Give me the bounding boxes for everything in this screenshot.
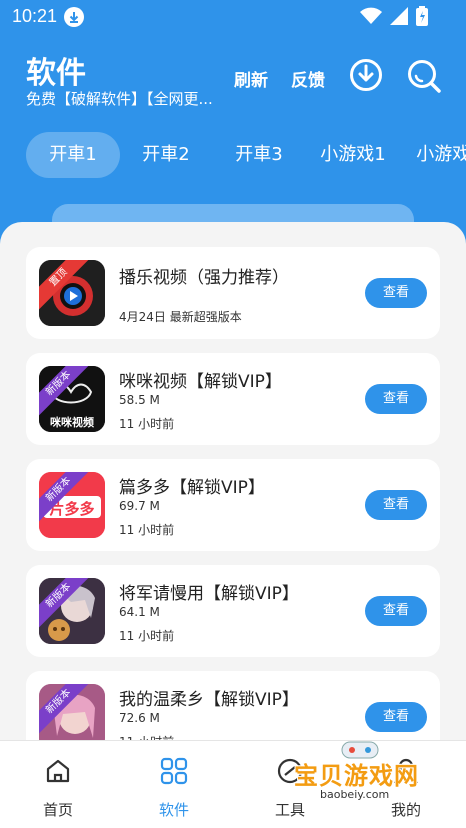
app-meta: 4月24日 最新超强版本 xyxy=(119,310,242,324)
app-card-mimi[interactable]: 咪咪视频 新版本 咪咪视频【解锁VIP】 58.5 M 11 小时前 查看 xyxy=(26,353,440,445)
view-button[interactable]: 查看 xyxy=(365,702,427,732)
app-updated: 11 小时前 xyxy=(119,629,175,643)
app-icon-boyue: 置顶 xyxy=(39,260,105,326)
app-size: 58.5 M xyxy=(119,393,160,407)
tab-kaiche-3[interactable]: 开車3 xyxy=(221,132,297,178)
app-name: 咪咪视频【解锁VIP】 xyxy=(119,372,282,392)
tab-minigame-1[interactable]: 小游戏1 xyxy=(314,132,392,178)
app-icon-label: 咪咪视频 xyxy=(50,416,94,429)
page-title: 软件 xyxy=(26,56,86,91)
view-button[interactable]: 查看 xyxy=(365,596,427,626)
nav-home-label: 首页 xyxy=(42,801,73,819)
app-name: 篇多多【解锁VIP】 xyxy=(119,478,265,498)
app-icon-pianduoduo: 片多多 新版本 xyxy=(39,472,105,538)
tab-kaiche-2[interactable]: 开車2 xyxy=(128,132,204,178)
wifi-icon xyxy=(360,7,382,29)
view-button[interactable]: 查看 xyxy=(365,278,427,308)
app-name: 播乐视频（强力推荐） xyxy=(119,268,289,288)
app-card-jiangjun[interactable]: 新版本 将军请慢用【解锁VIP】 64.1 M 11 小时前 查看 xyxy=(26,565,440,657)
app-card-boyue[interactable]: 置顶 播乐视频（强力推荐） 4月24日 最新超强版本 查看 xyxy=(26,247,440,339)
view-button[interactable]: 查看 xyxy=(365,490,427,520)
app-icon-mimi: 咪咪视频 新版本 xyxy=(39,366,105,432)
search-icon[interactable] xyxy=(406,58,442,98)
app-size: 69.7 M xyxy=(119,499,160,513)
app-card-pianduoduo[interactable]: 片多多 新版本 篇多多【解锁VIP】 69.7 M 11 小时前 查看 xyxy=(26,459,440,551)
refresh-button[interactable]: 刷新 xyxy=(234,66,268,91)
app-updated: 11 小时前 xyxy=(119,523,175,537)
apps-grid-icon xyxy=(160,757,188,785)
app-icon-jiangjun: 新版本 xyxy=(39,578,105,644)
download-notification-icon xyxy=(64,7,84,27)
home-icon xyxy=(46,759,70,783)
battery-icon xyxy=(416,6,428,30)
status-bar: 10:21 xyxy=(0,0,466,34)
site-watermark: 宝贝游戏网 baobeiy.com xyxy=(290,736,440,808)
nav-software-label: 软件 xyxy=(158,801,189,819)
signal-icon xyxy=(390,7,408,29)
download-icon[interactable] xyxy=(349,58,383,96)
app-size: 64.1 M xyxy=(119,605,160,619)
app-size: 72.6 M xyxy=(119,711,160,725)
status-time: 10:21 xyxy=(12,6,58,26)
nav-software[interactable]: 软件 xyxy=(116,741,232,828)
nav-home[interactable]: 首页 xyxy=(0,741,116,828)
tab-minigame-2[interactable]: 小游戏2 xyxy=(410,132,466,178)
view-button[interactable]: 查看 xyxy=(365,384,427,414)
feedback-button[interactable]: 反馈 xyxy=(291,66,325,91)
watermark-text: 宝贝游戏网 xyxy=(294,762,419,790)
watermark-url: baobeiy.com xyxy=(320,788,390,801)
app-name: 将军请慢用【解锁VIP】 xyxy=(119,584,299,604)
app-name: 我的温柔乡【解锁VIP】 xyxy=(119,690,299,710)
category-tabs: 开車1 开車2 开車3 小游戏1 小游戏2 xyxy=(0,132,466,180)
tab-kaiche-1[interactable]: 开車1 xyxy=(26,132,120,178)
app-updated: 11 小时前 xyxy=(119,417,175,431)
page-subtitle: 免费【破解软件】【全网更... xyxy=(26,90,213,108)
